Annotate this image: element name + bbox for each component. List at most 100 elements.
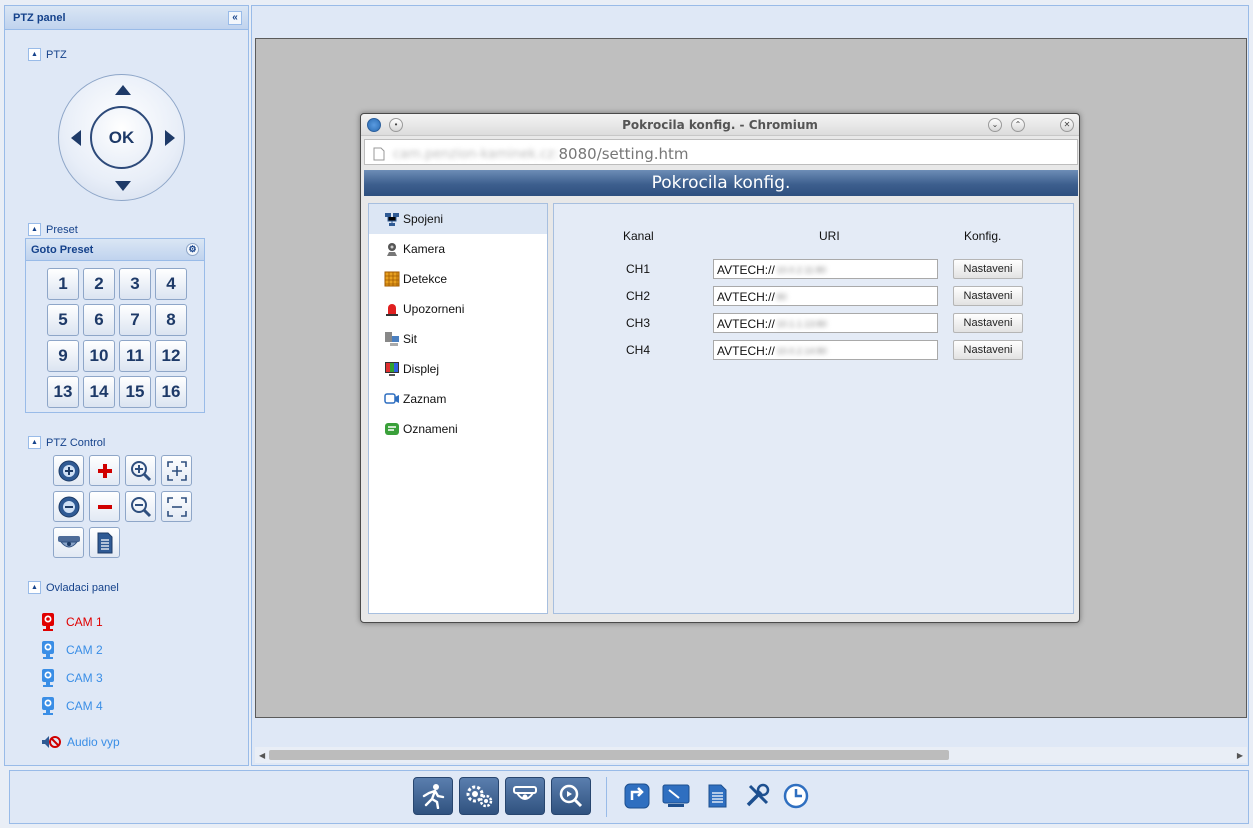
expand-view-button[interactable]	[161, 455, 192, 486]
detection-grid-icon	[384, 271, 400, 287]
nav-item-kamera[interactable]: Kamera	[369, 234, 547, 264]
search-playback-button[interactable]	[551, 777, 591, 815]
scrollbar-thumb[interactable]	[269, 750, 949, 760]
uri-input[interactable]: AVTECH://10.0.2.11:80	[713, 259, 938, 279]
preset-button[interactable]: 14	[83, 376, 115, 408]
nav-item-displej[interactable]: Displej	[369, 354, 547, 384]
preset-gear-icon[interactable]: ⚙	[186, 243, 199, 256]
dome-camera-button[interactable]	[53, 527, 84, 558]
preset-button[interactable]: 13	[47, 376, 79, 408]
camera-label: CAM 4	[66, 699, 103, 713]
ptz-control-section-toggle-icon[interactable]: ▲	[28, 436, 41, 449]
dome-camera-icon	[513, 786, 537, 800]
preset-button[interactable]: 8	[155, 304, 187, 336]
uri-input[interactable]: AVTECH://10.0.2.14:80	[713, 340, 938, 360]
preset-button[interactable]: 6	[83, 304, 115, 336]
preset-button[interactable]: 2	[83, 268, 115, 300]
audio-toggle[interactable]: Audio vyp	[41, 735, 120, 749]
minimize-icon[interactable]: ⌄	[988, 118, 1002, 132]
uri-prefix: AVTECH://	[717, 317, 775, 331]
focus-far-button[interactable]	[53, 491, 84, 522]
alarm-icon	[384, 301, 400, 317]
scroll-right-icon[interactable]: ▶	[1237, 751, 1243, 760]
focus-near-button[interactable]	[53, 455, 84, 486]
ptz-ok-button[interactable]: OK	[90, 106, 153, 169]
iris-close-button[interactable]	[89, 491, 120, 522]
tools-button[interactable]	[743, 782, 771, 810]
shrink-view-button[interactable]	[161, 491, 192, 522]
control-panel-section-title[interactable]: ▲ Ovladaci panel	[28, 581, 119, 594]
preset-button[interactable]: 3	[119, 268, 151, 300]
preset-button[interactable]: 16	[155, 376, 187, 408]
nastaveni-button[interactable]: Nastaveni	[953, 259, 1023, 279]
camera-item[interactable]: CAM 2	[41, 640, 103, 660]
uri-masked-value: 10.0.2.14:80	[776, 346, 827, 356]
control-panel-section-label: Ovladaci panel	[46, 581, 119, 594]
preset-button[interactable]: 9	[47, 340, 79, 372]
pan-down-arrow-icon[interactable]	[115, 181, 131, 191]
nastaveni-button[interactable]: Nastaveni	[953, 340, 1023, 360]
nav-item-oznameni[interactable]: Oznameni	[369, 414, 547, 444]
preset-button[interactable]: 1	[47, 268, 79, 300]
camera-label: CAM 2	[66, 643, 103, 657]
uri-masked-value: 10.1.1.13:80	[776, 319, 827, 329]
uri-input[interactable]: AVTECH://10.1.1.13:80	[713, 313, 938, 333]
document-list-button[interactable]	[704, 782, 732, 810]
iris-open-button[interactable]	[89, 455, 120, 486]
address-bar[interactable]: cam.penzion-kaminek.cz: 8080/setting.htm	[364, 139, 1078, 165]
motion-run-button[interactable]	[413, 777, 453, 815]
preset-button[interactable]: 10	[83, 340, 115, 372]
zoom-in-button[interactable]	[125, 455, 156, 486]
minus-icon	[97, 504, 112, 509]
nav-item-zaznam[interactable]: Zaznam	[369, 384, 547, 414]
settings-gears-icon	[466, 785, 493, 808]
ptz-section-toggle-icon[interactable]: ▲	[28, 48, 41, 61]
clock-button[interactable]	[782, 782, 810, 810]
preset-button[interactable]: 7	[119, 304, 151, 336]
close-icon[interactable]: ✕	[1060, 118, 1074, 132]
nastaveni-button[interactable]: Nastaveni	[953, 286, 1023, 306]
monitor-button[interactable]	[662, 782, 690, 810]
chromium-window: • Pokrocila konfig. - Chromium ⌄ ⌃ ✕ cam…	[360, 113, 1080, 623]
camera-item[interactable]: CAM 3	[41, 668, 103, 688]
nav-item-detekce[interactable]: Detekce	[369, 264, 547, 294]
preset-button[interactable]: 4	[155, 268, 187, 300]
preset-section-toggle-icon[interactable]: ▲	[28, 223, 41, 236]
ptz-direction-pad: OK	[58, 74, 185, 201]
nav-item-upozorneni[interactable]: Upozorneni	[369, 294, 547, 324]
nav-item-label: Detekce	[403, 272, 448, 286]
maximize-icon[interactable]: ⌃	[1011, 118, 1025, 132]
preset-button[interactable]: 11	[119, 340, 151, 372]
document-button[interactable]	[89, 527, 120, 558]
zoom-out-button[interactable]	[125, 491, 156, 522]
pan-left-arrow-icon[interactable]	[71, 130, 81, 146]
preset-section-title[interactable]: ▲ Preset	[28, 223, 78, 236]
horizontal-scrollbar[interactable]: ◀ ▶	[255, 747, 1247, 763]
collapse-panel-button[interactable]: «	[228, 11, 242, 25]
scroll-left-icon[interactable]: ◀	[259, 751, 265, 760]
ptz-panel: PTZ panel « ▲ PTZ OK ▲ Preset Goto Prese…	[4, 5, 249, 766]
uri-input[interactable]: AVTECH://80	[713, 286, 938, 306]
refresh-button[interactable]	[623, 782, 651, 810]
nav-item-sit[interactable]: Sit	[369, 324, 547, 354]
ptz-control-section-title[interactable]: ▲ PTZ Control	[28, 436, 105, 449]
audio-muted-icon	[42, 736, 61, 748]
preset-button[interactable]: 12	[155, 340, 187, 372]
camera-item[interactable]: CAM 4	[41, 696, 103, 716]
preset-box: Goto Preset ⚙ 1 2 3 4 5 6 7 8 9 10 11 12 13 14 15 16	[25, 238, 205, 413]
preset-button[interactable]: 5	[47, 304, 79, 336]
ptz-section-label: PTZ	[46, 48, 67, 61]
camera-icon	[384, 241, 400, 257]
nastaveni-button[interactable]: Nastaveni	[953, 313, 1023, 333]
main-view: • Pokrocila konfig. - Chromium ⌄ ⌃ ✕ cam…	[251, 5, 1249, 766]
pan-right-arrow-icon[interactable]	[165, 130, 175, 146]
pan-up-arrow-icon[interactable]	[115, 85, 131, 95]
channel-label: CH2	[626, 289, 651, 303]
dome-camera-toolbar-button[interactable]	[505, 777, 545, 815]
ptz-section-title[interactable]: ▲ PTZ	[28, 48, 67, 61]
control-panel-section-toggle-icon[interactable]: ▲	[28, 581, 41, 594]
nav-item-spojeni[interactable]: Spojeni	[369, 204, 547, 234]
settings-button[interactable]	[459, 777, 499, 815]
camera-item[interactable]: CAM 1	[41, 612, 103, 632]
preset-button[interactable]: 15	[119, 376, 151, 408]
